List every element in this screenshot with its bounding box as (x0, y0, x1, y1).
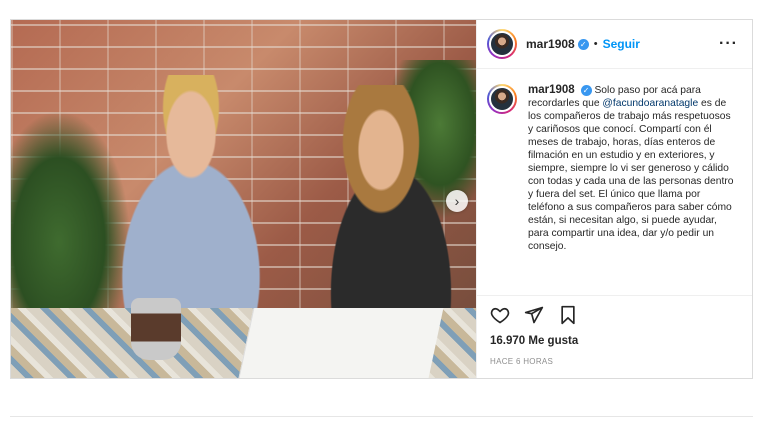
paper-plane-icon[interactable] (523, 304, 545, 326)
likes-count[interactable]: 16.970 Me gusta (477, 333, 752, 347)
avatar[interactable] (487, 29, 517, 59)
post-sidebar: mar1908 ✓ • Seguir ··· mar1908 ✓ Solo pa… (476, 20, 752, 378)
page-divider (10, 416, 753, 417)
caption-text-part-2: es de los compañeros de trabajo más resp… (528, 98, 734, 252)
chevron-right-icon[interactable]: › (446, 190, 468, 212)
verified-badge-icon: ✓ (577, 38, 589, 50)
action-bar (477, 295, 752, 333)
photo-person-woman (291, 85, 476, 345)
photo-papers (238, 308, 444, 378)
post-timestamp[interactable]: HACE 6 HORAS (477, 347, 752, 378)
caption-avatar[interactable] (487, 84, 517, 114)
photo-mate-cup (131, 298, 181, 360)
follow-button[interactable]: Seguir (603, 37, 640, 51)
header-username[interactable]: mar1908 (526, 37, 575, 51)
post-photo[interactable]: › (11, 20, 476, 378)
more-options-icon[interactable]: ··· (719, 35, 738, 53)
caption-mention-link[interactable]: @facundoaranatagle (602, 98, 698, 109)
post-header: mar1908 ✓ • Seguir ··· (477, 20, 752, 69)
verified-badge-icon: ✓ (580, 85, 592, 96)
header-separator: • (593, 38, 598, 50)
caption-text: mar1908 ✓ Solo paso por acá para recorda… (528, 84, 738, 295)
instagram-post: › mar1908 ✓ • Seguir ··· mar1908 ✓ Solo … (10, 19, 753, 379)
bookmark-icon[interactable] (557, 304, 579, 326)
caption-username[interactable]: mar1908 (528, 84, 575, 96)
caption-area: mar1908 ✓ Solo paso por acá para recorda… (477, 69, 752, 295)
photo-person-man (71, 75, 311, 345)
heart-icon[interactable] (489, 304, 511, 326)
